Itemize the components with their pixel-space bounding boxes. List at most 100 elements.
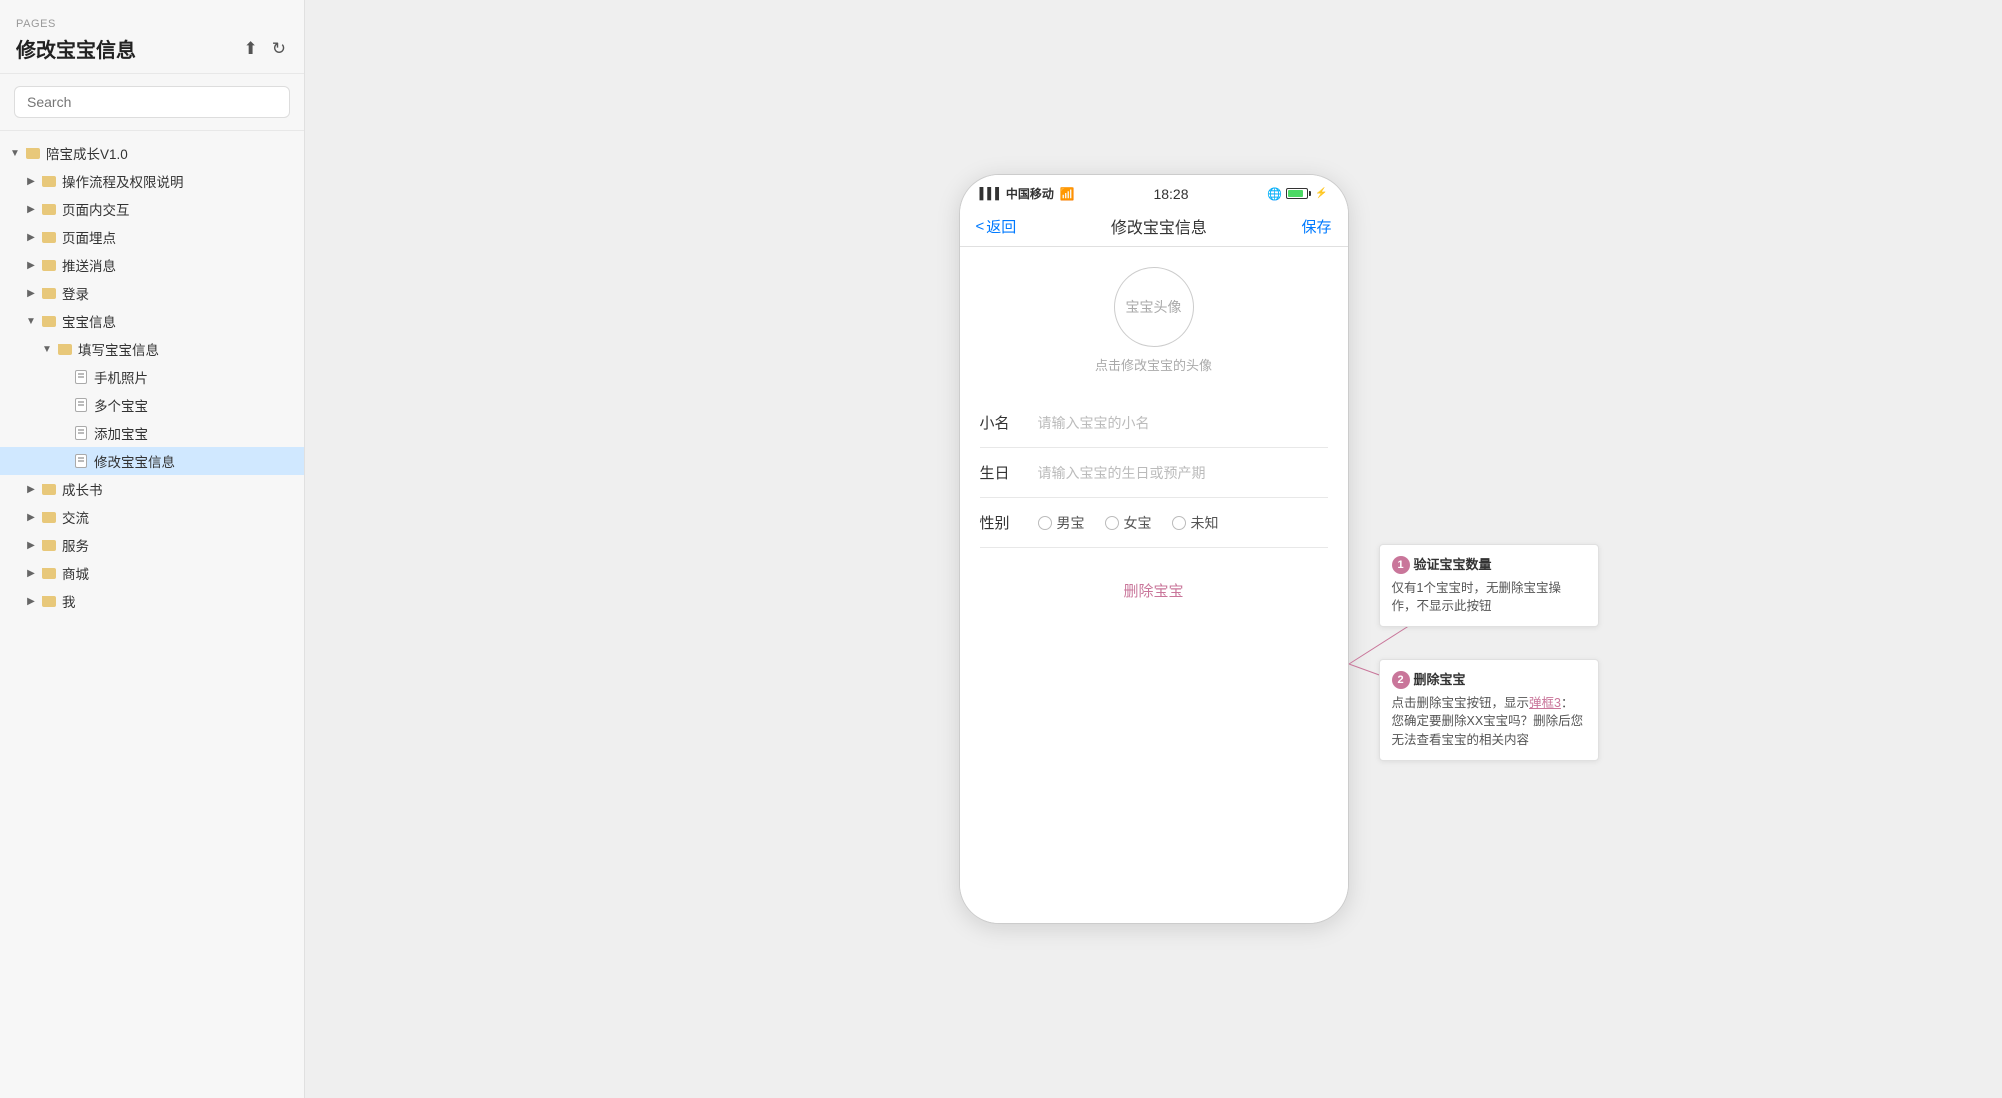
annotation-1-text: 仅有1个宝宝时，无删除宝宝操作，不显示此按钮 (1392, 579, 1586, 617)
folder-icon-mall (40, 566, 58, 580)
tree-arrow-exchange (24, 510, 38, 524)
folder-icon-fill-baby (56, 342, 74, 356)
battery-body (1286, 188, 1308, 199)
tree-item-add-baby[interactable]: 添加宝宝 (0, 419, 304, 447)
tree-label-growth: 成长书 (62, 479, 103, 499)
nav-back-button[interactable]: < 返回 (976, 216, 1017, 237)
folder-icon-service (40, 538, 58, 552)
refresh-button[interactable]: ↻ (270, 37, 288, 61)
tree-label-mall: 商城 (62, 563, 89, 583)
avatar-label: 宝宝头像 (1126, 297, 1182, 317)
annotation-2-title: 2 删除宝宝 (1392, 670, 1586, 690)
export-button[interactable]: ⬆︎ (242, 37, 260, 61)
tree-arrow-me (24, 594, 38, 608)
tree-item-mall[interactable]: 商城 (0, 559, 304, 587)
sidebar: PAGES 修改宝宝信息 ⬆︎ ↻ 陪宝成长V1.0 操作流程及权限说明页面内交互… (0, 0, 305, 1098)
gender-option-unknown[interactable]: 未知 (1172, 513, 1219, 533)
tree-arrow-root (8, 146, 22, 160)
sidebar-header: PAGES 修改宝宝信息 ⬆︎ ↻ (0, 0, 304, 74)
annotation-number-1: 1 (1392, 556, 1410, 574)
tree-item-service[interactable]: 服务 (0, 531, 304, 559)
gender-unknown-label: 未知 (1191, 513, 1219, 533)
avatar-section: 宝宝头像 点击修改宝宝的头像 (980, 267, 1328, 374)
tree-label-exchange: 交流 (62, 507, 89, 527)
birthday-input[interactable]: 请输入宝宝的生日或预产期 (1038, 463, 1328, 483)
gender-row: 性别 男宝 女宝 未知 (980, 498, 1328, 548)
tree-item-multi-baby[interactable]: 多个宝宝 (0, 391, 304, 419)
refresh-icon: ↻ (272, 39, 286, 58)
tree-item-exchange[interactable]: 交流 (0, 503, 304, 531)
sidebar-title-row: 修改宝宝信息 ⬆︎ ↻ (16, 34, 288, 63)
nav-save-button[interactable]: 保存 (1301, 216, 1331, 237)
tree-item-baby-info[interactable]: 宝宝信息 (0, 307, 304, 335)
avatar-circle[interactable]: 宝宝头像 (1114, 267, 1194, 347)
gender-boy-label: 男宝 (1057, 513, 1085, 533)
export-icon: ⬆︎ (244, 39, 258, 58)
tree-label-multi-baby: 多个宝宝 (94, 395, 148, 415)
tree-arrow-login (24, 286, 38, 300)
tree-label-ops: 操作流程及权限说明 (62, 171, 184, 191)
tree-item-ops[interactable]: 操作流程及权限说明 (0, 167, 304, 195)
folder-icon-push (40, 258, 58, 272)
page-icon-edit-baby (72, 454, 90, 468)
back-label: 返回 (986, 216, 1016, 237)
phone-body: 宝宝头像 点击修改宝宝的头像 小名 请输入宝宝的小名 生日 请输入宝宝的生日或预… (960, 247, 1348, 923)
annotation-2-text: 点击删除宝宝按钮，显示弹框3：您确定要删除XX宝宝吗？删除后您无法查看宝宝的相关… (1392, 694, 1586, 750)
folder-icon-root (24, 146, 42, 160)
radio-girl-icon (1105, 516, 1119, 530)
status-right: 🌐 ⚡ (1267, 187, 1327, 201)
folder-icon-me (40, 594, 58, 608)
annotation-1-title: 1 验证宝宝数量 (1392, 555, 1586, 575)
tree-label-phone-photo: 手机照片 (94, 367, 148, 387)
tree-item-root[interactable]: 陪宝成长V1.0 (0, 139, 304, 167)
folder-icon-growth (40, 482, 58, 496)
tree-arrow-add-baby (56, 426, 70, 440)
tree-arrow-multi-baby (56, 398, 70, 412)
folder-icon-baby-info (40, 314, 58, 328)
page-icon-add-baby (72, 426, 90, 440)
pages-label: PAGES (16, 18, 288, 30)
nickname-input[interactable]: 请输入宝宝的小名 (1038, 413, 1328, 433)
gender-options: 男宝 女宝 未知 (1038, 513, 1328, 533)
tree-arrow-baby-info (24, 314, 38, 328)
tree-item-page-embed[interactable]: 页面埋点 (0, 223, 304, 251)
birthday-row: 生日 请输入宝宝的生日或预产期 (980, 448, 1328, 498)
search-input[interactable] (14, 86, 290, 118)
tree-item-growth[interactable]: 成长书 (0, 475, 304, 503)
tree-arrow-ops (24, 174, 38, 188)
tree-arrow-edit-baby (56, 454, 70, 468)
tree-arrow-service (24, 538, 38, 552)
tree-arrow-mall (24, 566, 38, 580)
annotation-box-2: 2 删除宝宝 点击删除宝宝按钮，显示弹框3：您确定要删除XX宝宝吗？删除后您无法… (1379, 659, 1599, 761)
tree-label-baby-info: 宝宝信息 (62, 311, 116, 331)
radio-unknown-icon (1172, 516, 1186, 530)
birthday-label: 生日 (980, 462, 1022, 483)
tree-item-login[interactable]: 登录 (0, 279, 304, 307)
tree-item-phone-photo[interactable]: 手机照片 (0, 363, 304, 391)
battery-tip (1309, 191, 1311, 196)
tree-label-edit-baby: 修改宝宝信息 (94, 451, 175, 471)
search-container (0, 74, 304, 131)
annotation-box-1: 1 验证宝宝数量 仅有1个宝宝时，无删除宝宝操作，不显示此按钮 (1379, 544, 1599, 627)
gender-option-girl[interactable]: 女宝 (1105, 513, 1152, 533)
tree-label-push: 推送消息 (62, 255, 116, 275)
battery-fill (1288, 190, 1303, 197)
gender-option-boy[interactable]: 男宝 (1038, 513, 1085, 533)
tree-arrow-fill-baby (40, 342, 54, 356)
tree-item-page-interact[interactable]: 页面内交互 (0, 195, 304, 223)
tree-item-push[interactable]: 推送消息 (0, 251, 304, 279)
delete-baby-button[interactable]: 删除宝宝 (980, 580, 1328, 601)
tree-label-page-embed: 页面埋点 (62, 227, 116, 247)
tree-item-edit-baby[interactable]: 修改宝宝信息 (0, 447, 304, 475)
sidebar-actions: ⬆︎ ↻ (242, 37, 289, 61)
charging-icon: ⚡ (1315, 188, 1327, 199)
tree-item-fill-baby[interactable]: 填写宝宝信息 (0, 335, 304, 363)
folder-icon-page-embed (40, 230, 58, 244)
tree-label-service: 服务 (62, 535, 89, 555)
nickname-label: 小名 (980, 412, 1022, 433)
tree-arrow-phone-photo (56, 370, 70, 384)
page-icon-multi-baby (72, 398, 90, 412)
tree-arrow-page-embed (24, 230, 38, 244)
tree-item-me[interactable]: 我 (0, 587, 304, 615)
nickname-row: 小名 请输入宝宝的小名 (980, 398, 1328, 448)
